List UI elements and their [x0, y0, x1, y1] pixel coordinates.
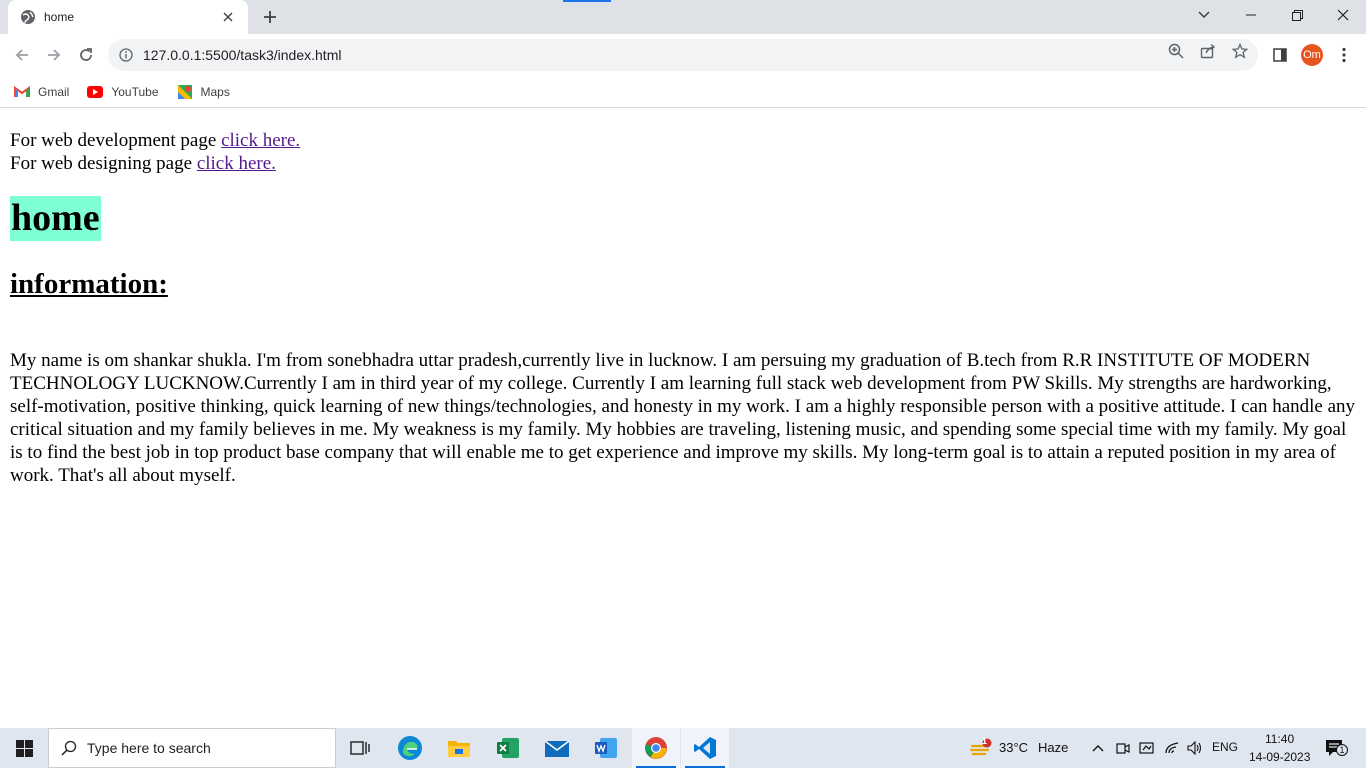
design-page-line: For web designing page click here.: [10, 152, 276, 175]
volume-icon[interactable]: [1185, 738, 1205, 758]
profile-avatar[interactable]: Om: [1301, 44, 1323, 66]
clock-time[interactable]: 11:40: [1265, 732, 1294, 746]
start-button[interactable]: [0, 728, 48, 768]
edge-icon: [398, 736, 422, 760]
new-tab-button[interactable]: [258, 5, 282, 29]
chrome-icon: [645, 737, 667, 759]
reload-button[interactable]: [72, 41, 100, 69]
youtube-icon: [87, 85, 104, 99]
task-view-button[interactable]: [336, 728, 384, 768]
page-title: home: [10, 196, 101, 241]
menu-button[interactable]: [1330, 41, 1358, 69]
bookmark-label: Gmail: [38, 84, 70, 99]
taskbar-vscode[interactable]: [681, 728, 729, 768]
tab-search-button[interactable]: [1192, 4, 1216, 26]
bookmark-gmail[interactable]: Gmail: [14, 85, 69, 99]
excel-icon: [497, 738, 519, 758]
taskbar-word[interactable]: [582, 728, 630, 768]
battery-network-icon[interactable]: [1137, 738, 1157, 758]
plus-icon: [264, 11, 276, 23]
page-content: For web development page click here. For…: [0, 109, 1366, 728]
zoom-icon[interactable]: [1167, 42, 1185, 60]
minimize-button[interactable]: [1228, 0, 1274, 30]
clock-date[interactable]: 14-09-2023: [1249, 750, 1310, 764]
tab-strip: home: [0, 0, 1366, 34]
search-placeholder: Type here to search: [87, 740, 211, 756]
mail-icon: [544, 740, 570, 757]
browser-toolbar: 127.0.0.1:5500/task3/index.html Om: [0, 34, 1366, 76]
wifi-icon[interactable]: [1162, 738, 1182, 758]
address-bar[interactable]: 127.0.0.1:5500/task3/index.html: [108, 39, 1258, 71]
info-icon[interactable]: [118, 47, 134, 63]
bookmarks-bar: Gmail YouTube Maps: [0, 76, 1366, 108]
dev-page-link[interactable]: click here.: [221, 130, 300, 151]
taskbar-search[interactable]: Type here to search: [48, 728, 336, 768]
back-button[interactable]: [8, 41, 36, 69]
vscode-icon: [694, 737, 716, 759]
weather-badge: 1: [982, 736, 988, 746]
design-page-link[interactable]: click here.: [197, 153, 276, 174]
bookmark-maps[interactable]: Maps: [177, 84, 230, 99]
arrow-right-icon: [48, 49, 61, 61]
side-panel-icon: [1273, 48, 1287, 62]
design-page-text: For web designing page: [10, 153, 197, 174]
loading-indicator: [563, 0, 611, 2]
taskbar-chrome[interactable]: [632, 728, 680, 768]
maps-icon: [177, 84, 193, 99]
close-icon: [1337, 9, 1349, 21]
restore-icon: [1291, 9, 1303, 21]
taskbar-edge[interactable]: [386, 728, 434, 768]
close-icon[interactable]: [218, 7, 238, 27]
tab-title: home: [44, 10, 75, 24]
tab-home[interactable]: home: [8, 0, 248, 34]
meet-now-icon[interactable]: [1113, 738, 1133, 758]
about-paragraph: My name is om shankar shukla. I'm from s…: [10, 350, 1356, 486]
weather-temp[interactable]: 33°C: [999, 740, 1028, 755]
section-heading: information:: [10, 268, 168, 300]
bookmark-label: YouTube: [111, 84, 159, 99]
globe-icon: [20, 9, 36, 25]
taskbar-excel[interactable]: [484, 728, 532, 768]
notification-count: 1: [1336, 744, 1348, 756]
forward-button[interactable]: [40, 41, 68, 69]
window-close-button[interactable]: [1320, 0, 1366, 30]
chevron-down-icon: [1198, 11, 1210, 19]
bookmark-youtube[interactable]: YouTube: [87, 84, 159, 99]
taskbar: Type here to search 1 33°C Haze ENG 11:4…: [0, 728, 1366, 768]
chevron-up-icon[interactable]: [1088, 738, 1108, 758]
folder-icon: [448, 741, 470, 757]
arrow-left-icon: [15, 49, 28, 61]
minimize-icon: [1246, 14, 1256, 16]
gmail-icon: [14, 85, 30, 99]
star-icon[interactable]: [1231, 42, 1249, 60]
url-text[interactable]: 127.0.0.1:5500/task3/index.html: [143, 47, 341, 63]
taskbar-mail[interactable]: [533, 728, 581, 768]
taskbar-file-explorer[interactable]: [435, 728, 483, 768]
dev-page-text: For web development page: [10, 130, 222, 151]
weather-desc[interactable]: Haze: [1038, 740, 1068, 755]
search-icon: [61, 740, 77, 756]
more-vertical-icon: [1342, 47, 1346, 63]
share-icon[interactable]: [1199, 42, 1217, 60]
notifications-button[interactable]: 1: [1322, 738, 1348, 758]
word-icon: [595, 738, 617, 758]
windows-icon: [15, 739, 33, 757]
restore-button[interactable]: [1274, 0, 1320, 30]
dev-page-line: For web development page click here.: [10, 129, 300, 152]
task-view-icon: [350, 741, 370, 755]
reload-icon: [80, 48, 92, 61]
weather-icon[interactable]: 1: [968, 736, 994, 758]
bookmark-label: Maps: [200, 84, 230, 99]
side-panel-button[interactable]: [1266, 41, 1294, 69]
language-indicator[interactable]: ENG: [1212, 740, 1238, 754]
